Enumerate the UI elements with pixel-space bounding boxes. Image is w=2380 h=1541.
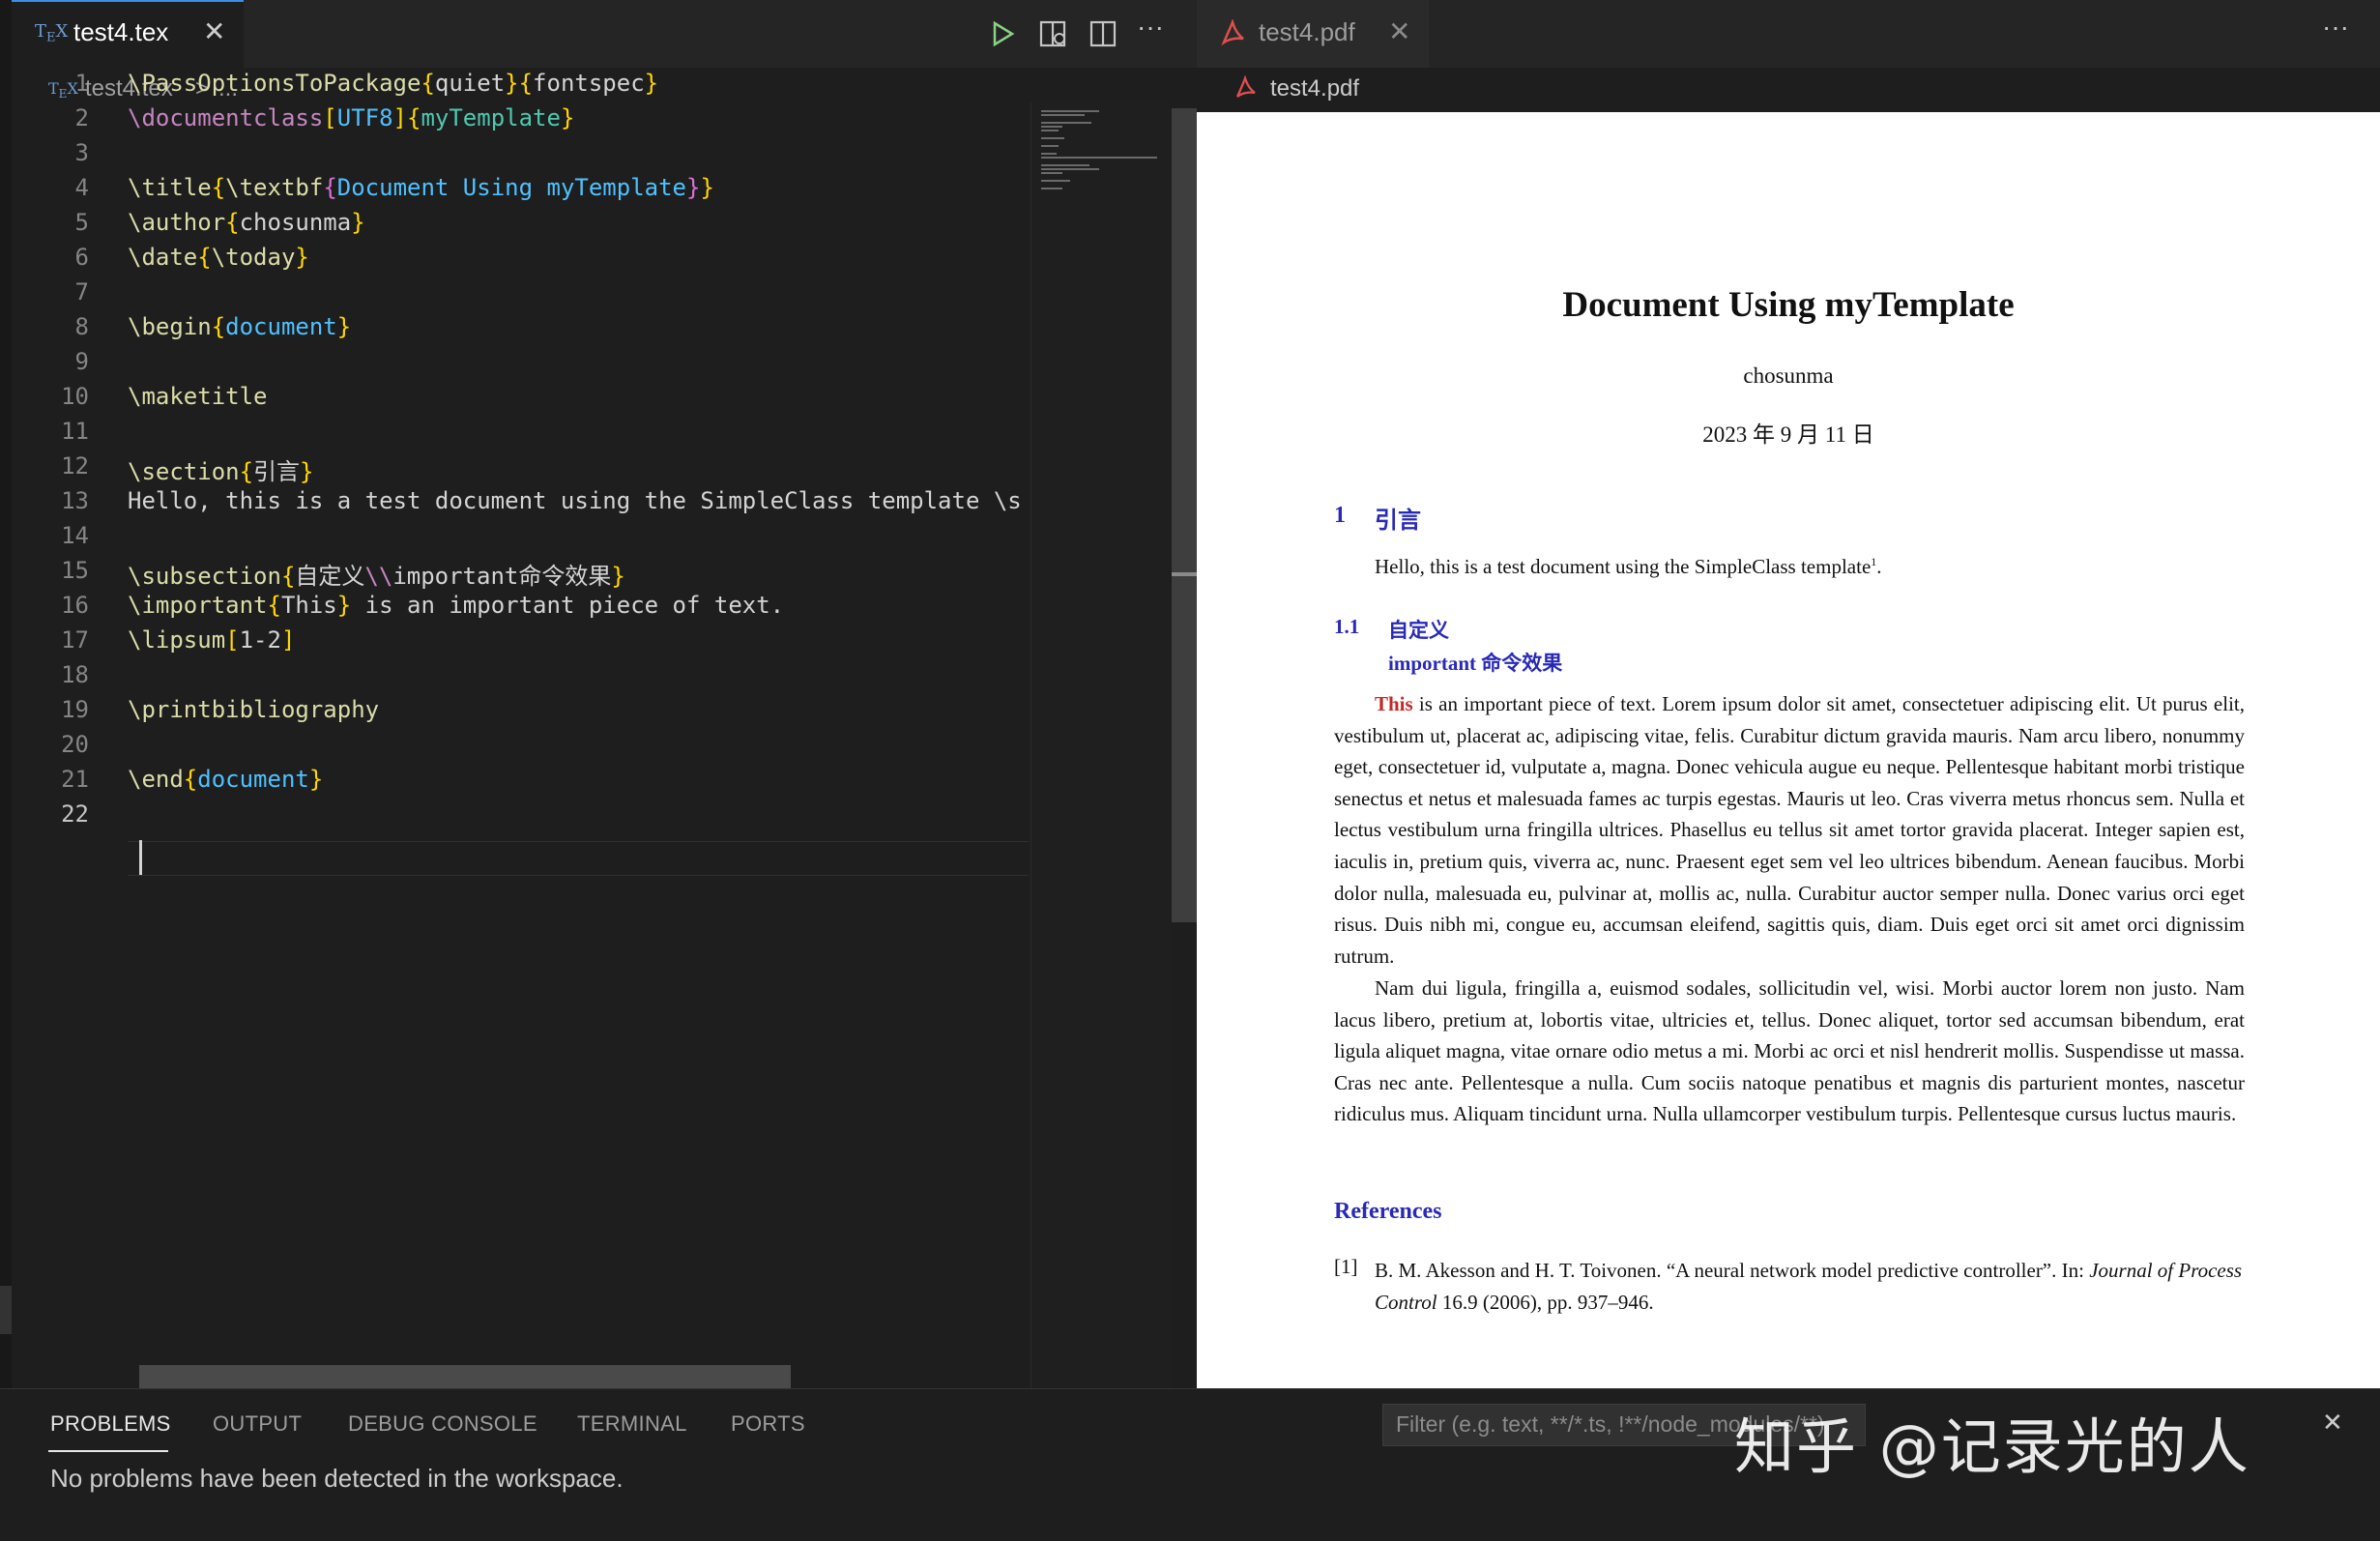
line-number: 11 [61,418,89,445]
panel-tab-ports[interactable]: PORTS [731,1411,805,1437]
code-line[interactable]: \end{document} [128,766,323,793]
pdf-title: Document Using myTemplate [1562,285,2015,325]
pdf-section-title: 引言 [1375,509,1421,534]
code-line[interactable]: \date{\today} [128,244,309,271]
code-line[interactable]: \lipsum[1-2] [128,626,295,654]
pdf-subsection-number: 1.1 [1334,615,1360,638]
line-number: 18 [61,661,89,688]
line-number: 21 [61,766,89,793]
vertical-scrollbar[interactable] [1172,108,1197,922]
line-number: 17 [61,626,89,654]
active-tab-indicator [48,1450,168,1452]
panel-tab-terminal[interactable]: TERMINAL [577,1411,687,1437]
code-line[interactable]: \author{chosunma} [128,209,365,236]
line-number: 9 [74,348,89,375]
line-number: 16 [61,592,89,619]
pdf-tab-title: test4.pdf [1259,17,1355,46]
pdf-author: chosunma [1743,363,1834,388]
pdf-section-number: 1 [1334,503,1346,528]
line-number: 1 [74,70,89,97]
line-number: 7 [74,278,89,305]
panel-tab-problems[interactable]: PROBLEMS [50,1411,171,1437]
line-number: 5 [74,209,89,236]
watermark: 知乎 @记录光的人 [1734,1411,2250,1482]
pdf-ref-number: [1] [1334,1255,1358,1278]
pdf-subsection-line1: 自定义 [1388,619,1449,642]
code-line[interactable]: Hello, this is a test document using the… [128,487,1022,514]
line-number: 8 [74,313,89,340]
pdf-date: 2023 年 9 月 11 日 [1702,422,1874,447]
line-number: 15 [61,557,89,584]
text-cursor [139,840,142,875]
code-editor[interactable]: 1 \PassOptionsToPackage{quiet}{fontspec} 2… [0,0,1030,1388]
pdf-intro: Hello, this is a test document using the… [1375,555,1882,578]
line-number: 2 [74,104,89,131]
line-number: 19 [61,696,89,723]
pdf-paragraph-2: Nam dui ligula, fringilla a, euismod sod… [1334,976,2245,1126]
line-number: 3 [74,139,89,166]
minimap[interactable] [1030,102,1171,1388]
scrollbar-position-marker [1172,572,1197,576]
line-number: 10 [61,383,89,410]
line-number: 13 [61,487,89,514]
code-line[interactable]: \documentclass[UTF8]{myTemplate} [128,104,574,131]
panel-close-icon[interactable]: ✕ [2322,1408,2343,1438]
code-line[interactable]: \maketitle [128,383,268,410]
problems-message: No problems have been detected in the wo… [50,1464,624,1493]
pdf-paragraph-1: This is an important piece of text. Lore… [1334,692,2245,968]
code-line[interactable]: \important{This} is an important piece o… [128,592,784,619]
pdf-breadcrumb-bar [1197,68,2380,112]
split-editor-icon[interactable] [1088,19,1117,48]
important-highlight: This [1375,692,1413,715]
code-line[interactable]: \subsection{自定义\\important命令效果} [128,557,625,591]
pdf-file-icon [1221,19,1244,46]
vscode-window: TEX test4.tex ✕ ··· TEX test4.tex > ... … [0,0,2380,1541]
pdf-references-heading: References [1334,1199,1442,1224]
pdf-ref-entry: B. M. Akesson and H. T. Toivonen. “A neu… [1375,1259,2243,1314]
open-preview-icon[interactable] [1038,19,1069,48]
line-number: 6 [74,244,89,271]
pdf-subsection-line2: important 命令效果 [1388,652,1563,675]
pdf-tab-close-icon[interactable]: ✕ [1388,15,1410,47]
code-line[interactable]: \title{\textbf{Document Using myTemplate… [128,174,714,201]
pdf-breadcrumb-icon [1235,75,1256,98]
line-number: 4 [74,174,89,201]
line-number: 14 [61,522,89,549]
line-number: 22 [61,800,89,828]
horizontal-scrollbar[interactable] [139,1365,791,1388]
pdf-breadcrumb-file[interactable]: test4.pdf [1270,75,1359,102]
code-line[interactable]: \begin{document} [128,313,351,340]
code-line[interactable]: \section{引言} [128,452,314,486]
code-line[interactable]: \PassOptionsToPackage{quiet}{fontspec} [128,70,658,97]
more-actions-icon[interactable]: ··· [1137,12,1164,43]
pdf-more-actions-icon[interactable]: ··· [2322,12,2349,43]
line-number: 20 [61,731,89,758]
code-line[interactable]: \printbibliography [128,696,379,723]
line-number: 12 [61,452,89,480]
panel-tab-debug-console[interactable]: DEBUG CONSOLE [348,1411,537,1437]
panel-tab-output[interactable]: OUTPUT [213,1411,302,1437]
